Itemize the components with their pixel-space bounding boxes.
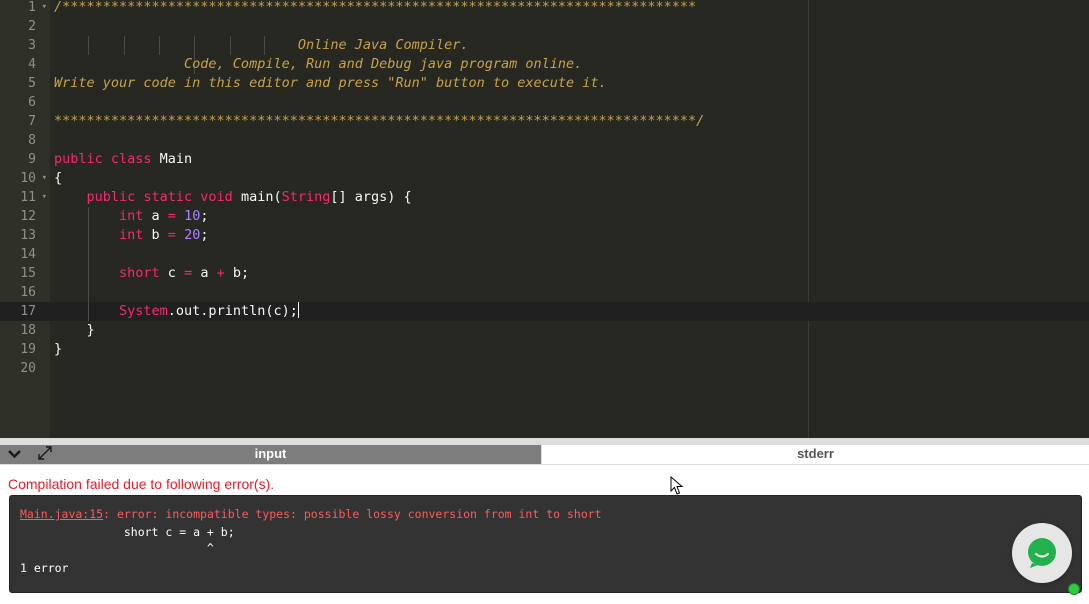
expand-icon[interactable] [37,445,53,466]
tab-input[interactable]: input [0,445,541,464]
code-line-18: } [54,322,95,338]
code-line-9: public class Main [54,151,193,167]
code-line-5: Write your code in this editor and press… [54,75,607,91]
line-number: 12 [20,209,36,224]
line-number: 5 [28,76,36,91]
code-line-19: } [54,341,63,357]
code-line-4: Code, Compile, Run and Debug java progra… [54,56,583,72]
error-caret-line: ^ [20,541,214,555]
code-line-3: Online Java Compiler. [54,37,469,53]
error-code-line: short c = a + b; [20,525,235,539]
code-text-area[interactable]: /***************************************… [50,0,1089,438]
line-number: 4 [28,57,36,72]
code-line-12: int a = 10; [54,208,209,224]
line-number: 2 [28,19,36,34]
code-editor[interactable]: 1 ▾ 2 3 4 5 6 7 8 9 10 ▾ 11 ▾ 12 13 14 15 1… [0,0,1089,438]
text-cursor [297,302,299,318]
chat-button[interactable] [1012,523,1072,583]
online-status-dot [1068,583,1080,595]
error-console: Main.java:15: error: incompatible types:… [9,495,1082,593]
line-number: 8 [28,133,36,148]
code-line-1: /***************************************… [54,0,697,15]
line-number: 15 [20,266,36,281]
print-margin [808,0,809,438]
line-number: 9 [28,152,36,167]
fold-arrow-icon[interactable]: ▾ [42,188,47,207]
tab-stderr[interactable]: stderr [542,445,1089,464]
code-line-10: { [54,170,63,186]
fold-arrow-icon[interactable]: ▾ [42,169,47,188]
line-number: 7 [28,114,36,129]
line-number-gutter: 1 ▾ 2 3 4 5 6 7 8 9 10 ▾ 11 ▾ 12 13 14 15 1… [0,0,50,438]
line-number: 20 [20,361,36,376]
line-number: 11 ▾ [20,188,47,207]
mouse-pointer-icon [670,476,684,495]
code-line-15: short c = a + b; [54,265,250,281]
line-number: 16 [20,285,36,300]
error-summary: 1 error [20,561,69,575]
error-line: Main.java:15: error: incompatible types:… [20,507,602,521]
line-number: 3 [28,38,36,53]
code-line-17: System.out.println(c); [54,302,299,319]
line-number: 1 ▾ [28,0,47,17]
line-number: 14 [20,247,36,262]
line-number-active: 17 [0,302,50,321]
compilation-error-heading: Compilation failed due to following erro… [8,476,275,492]
code-line-13: int b = 20; [54,227,209,243]
tab-stderr-label: stderr [797,446,834,461]
line-number: 13 [20,228,36,243]
line-number: 10 ▾ [20,169,47,188]
line-number: 19 [20,342,36,357]
error-location-link[interactable]: Main.java:15 [20,507,103,521]
fold-arrow-icon[interactable]: ▾ [42,0,47,17]
line-number: 18 [20,323,36,338]
line-number: 6 [28,95,36,110]
tab-input-label: input [254,446,287,461]
output-panel: Compilation failed due to following erro… [0,465,1089,604]
chevron-down-icon[interactable] [8,445,21,464]
chat-icon [1028,538,1056,568]
code-line-7: ****************************************… [54,113,705,129]
code-line-11: public static void main(String[] args) { [54,189,412,205]
